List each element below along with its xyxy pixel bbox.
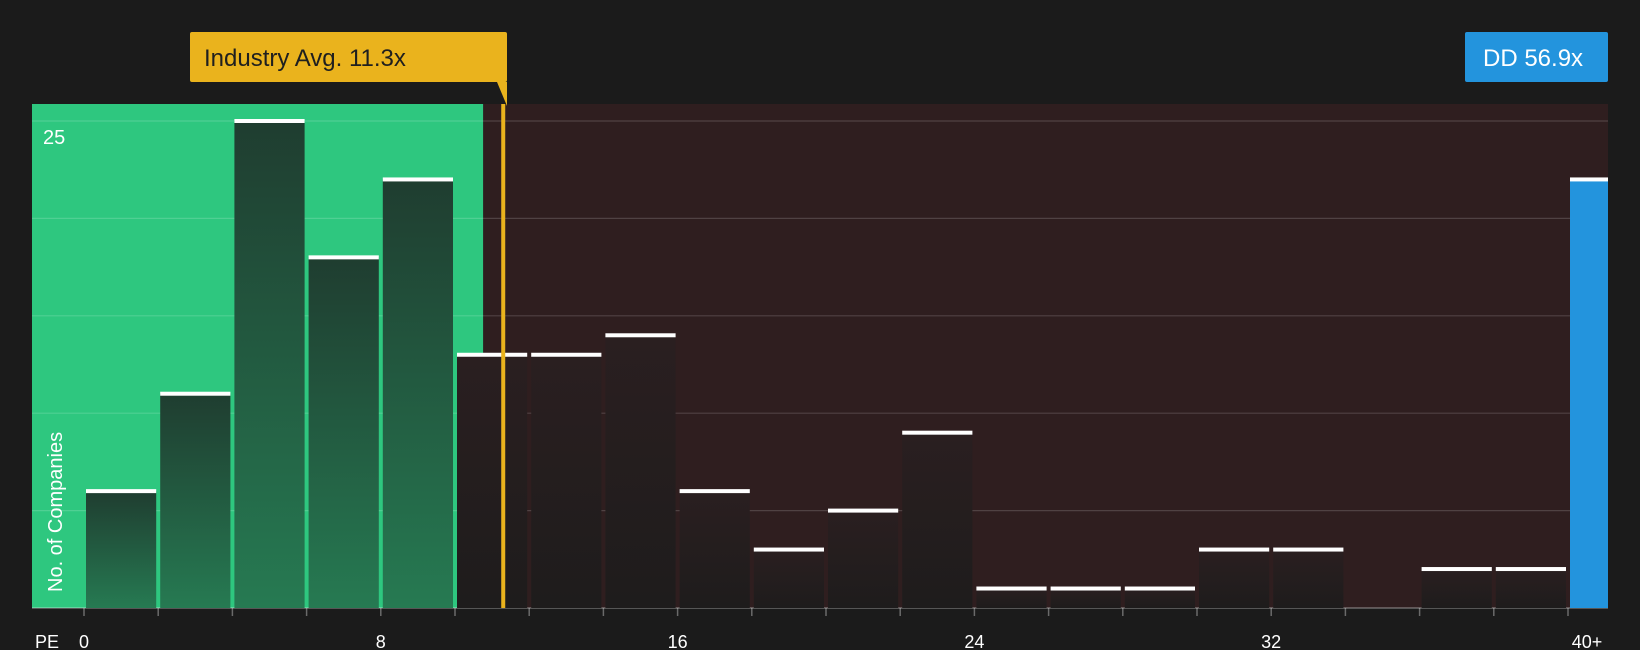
industry-avg-callout-pointer [497, 82, 507, 106]
company-bar-top [1570, 177, 1608, 182]
histogram-bar [976, 588, 1047, 608]
histogram-bar-top [1273, 547, 1344, 552]
histogram-bar [828, 510, 899, 608]
histogram-bar [86, 491, 157, 608]
histogram-bar [1273, 549, 1344, 608]
histogram-bar-top [976, 586, 1047, 591]
histogram-bar-top [1495, 567, 1566, 572]
histogram-bar-top [531, 352, 602, 357]
histogram-bar-top [753, 547, 824, 552]
histogram-bar [753, 549, 824, 608]
histogram-bar-top [1050, 586, 1121, 591]
histogram-bar-top [234, 119, 305, 123]
y-tick-label: 25 [43, 127, 65, 149]
histogram-bar [308, 257, 379, 608]
histogram-bar [234, 121, 305, 608]
histogram-bar-top [1124, 586, 1195, 591]
y-axis-label: No. of Companies [45, 432, 67, 592]
histogram-bar-top [902, 430, 973, 435]
histogram-bar [605, 335, 676, 608]
x-tick-label: 40+ [1572, 632, 1603, 650]
histogram-bar-top [1421, 567, 1492, 572]
histogram-bar [1124, 588, 1195, 608]
histogram-bar [382, 179, 453, 608]
histogram-bar [679, 491, 750, 608]
x-tick-label: 32 [1261, 632, 1281, 650]
x-tick-label: 24 [964, 632, 984, 650]
industry-avg-line [501, 104, 506, 608]
histogram-bar-top [160, 391, 231, 396]
x-tick-label: 0 [79, 632, 89, 650]
histogram-bar [1421, 569, 1492, 608]
x-axis-label: PE [35, 632, 59, 650]
histogram-bar-top [457, 352, 528, 357]
histogram-bar [1495, 569, 1566, 608]
histogram-bar [457, 354, 528, 608]
company-label: DD 56.9x [1483, 45, 1583, 72]
histogram-bar [1050, 588, 1121, 608]
histogram-bar [902, 432, 973, 608]
histogram-bar [531, 354, 602, 608]
histogram-bar [160, 393, 231, 608]
industry-avg-label: Industry Avg. 11.3x [204, 45, 406, 72]
histogram-bar-top [605, 333, 676, 338]
histogram-bar-top [828, 508, 899, 513]
x-tick-label: 8 [376, 632, 386, 650]
histogram-bar-top [86, 489, 157, 494]
pe-histogram-chart: 0 8 16 24 32 40+ 25 No. of Companies PE Indus… [32, 32, 1609, 650]
histogram-bar-top [1199, 547, 1270, 552]
histogram-bar-top [308, 255, 379, 260]
histogram-bar [1199, 549, 1270, 608]
company-bar [1570, 179, 1608, 608]
histogram-bar-top [679, 489, 750, 494]
x-tick-label: 16 [668, 632, 688, 650]
histogram-bar-top [382, 177, 453, 182]
